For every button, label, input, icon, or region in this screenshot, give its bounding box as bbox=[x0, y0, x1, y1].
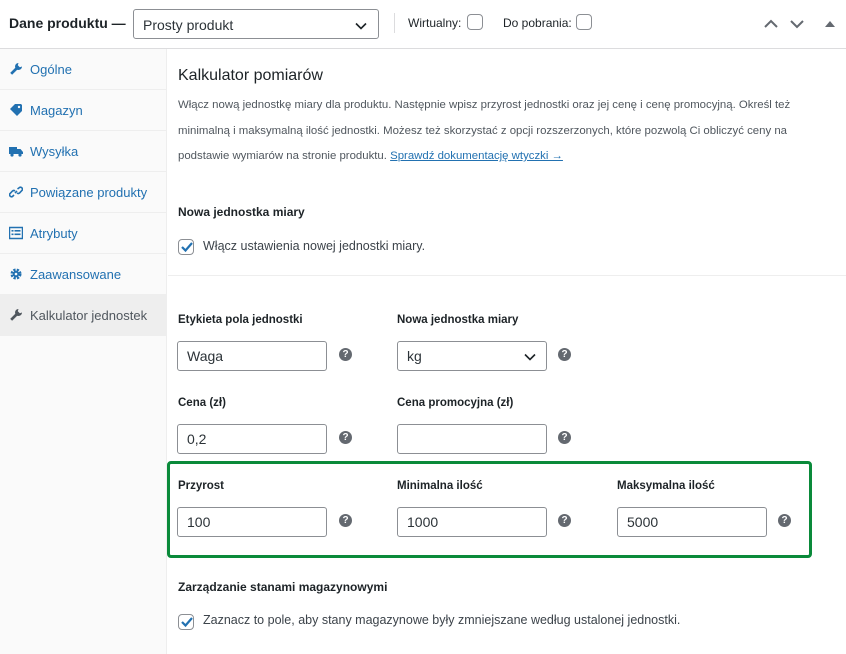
stock-section-title: Zarządzanie stanami magazynowymi bbox=[178, 580, 388, 594]
gear-icon bbox=[10, 268, 22, 280]
enable-new-unit-checkbox[interactable] bbox=[178, 239, 194, 255]
truck-icon bbox=[9, 147, 23, 157]
unit-label-field-title: Etykieta pola jednostki bbox=[178, 314, 303, 326]
sidebar-item-inventory[interactable]: Magazyn bbox=[0, 90, 167, 131]
increment-field-title: Przyrost bbox=[178, 480, 225, 492]
sidebar-item-shipping[interactable]: Wysyłka bbox=[0, 131, 167, 172]
wrench-icon bbox=[10, 309, 22, 321]
product-type-value: Prosty produkt bbox=[143, 17, 234, 33]
checkmark-icon bbox=[181, 617, 193, 628]
unit-calculator-panel: Kalkulator pomiarów Włącz nową jednostkę… bbox=[167, 49, 846, 654]
new-unit-select[interactable]: kg bbox=[397, 341, 547, 371]
new-unit-section-title: Nowa jednostka miary bbox=[178, 205, 305, 219]
sidebar-item-attributes[interactable]: Atrybuty bbox=[0, 213, 167, 254]
sidebar-item-label: Wysyłka bbox=[30, 144, 79, 159]
price-field-title: Cena (zł) bbox=[178, 397, 226, 409]
sidebar-item-linked-products[interactable]: Powiązane produkty bbox=[0, 172, 167, 213]
help-icon[interactable]: ? bbox=[778, 514, 791, 527]
wrench-icon bbox=[10, 63, 22, 75]
tag-icon bbox=[10, 104, 22, 116]
header-separator bbox=[394, 13, 395, 33]
product-tabs-sidebar: Ogólne Magazyn Wysyłka Powiązane produkt… bbox=[0, 49, 167, 654]
sidebar-item-label: Magazyn bbox=[30, 103, 83, 118]
help-icon[interactable]: ? bbox=[339, 431, 352, 444]
min-quantity-field-title: Minimalna ilość bbox=[397, 480, 483, 492]
min-quantity-input[interactable]: 1000 bbox=[397, 507, 547, 537]
product-data-header: Dane produktu — Prosty produkt Wirtualny… bbox=[0, 0, 846, 49]
virtual-checkbox[interactable] bbox=[467, 14, 483, 30]
downloadable-checkbox[interactable] bbox=[576, 14, 592, 30]
unit-label-input[interactable]: Waga bbox=[177, 341, 327, 371]
sidebar-item-unit-calculator[interactable]: Kalkulator jednostek bbox=[0, 295, 167, 336]
sidebar-item-label: Zaawansowane bbox=[30, 267, 122, 282]
sidebar-item-label: Ogólne bbox=[30, 62, 72, 77]
panel-heading: Kalkulator pomiarów bbox=[178, 67, 323, 84]
downloadable-label: Do pobrania: bbox=[503, 16, 572, 30]
sale-price-input[interactable] bbox=[397, 424, 547, 454]
stock-reduce-label: Zaznacz to pole, aby stany magazynowe by… bbox=[203, 613, 681, 627]
sidebar-item-advanced[interactable]: Zaawansowane bbox=[0, 254, 167, 295]
help-icon[interactable]: ? bbox=[339, 514, 352, 527]
increment-input[interactable]: 100 bbox=[177, 507, 327, 537]
section-divider bbox=[168, 275, 846, 276]
help-icon[interactable]: ? bbox=[339, 348, 352, 361]
max-quantity-input[interactable]: 5000 bbox=[617, 507, 767, 537]
virtual-label: Wirtualny: bbox=[408, 16, 462, 30]
sidebar-item-general[interactable]: Ogólne bbox=[0, 49, 167, 90]
documentation-link[interactable]: Sprawdź dokumentację wtyczki → bbox=[390, 150, 563, 162]
chevron-down-icon bbox=[524, 353, 536, 361]
collapse-triangle-icon[interactable] bbox=[821, 15, 839, 33]
sidebar-item-label: Kalkulator jednostek bbox=[30, 308, 148, 323]
chevron-up-icon[interactable] bbox=[762, 15, 780, 33]
new-unit-select-value: kg bbox=[407, 348, 422, 364]
sidebar-item-label: Powiązane produkty bbox=[30, 185, 148, 200]
enable-new-unit-label: Włącz ustawienia nowej jednostki miary. bbox=[203, 239, 426, 253]
help-icon[interactable]: ? bbox=[558, 348, 571, 361]
help-icon[interactable]: ? bbox=[558, 514, 571, 527]
max-quantity-field-title: Maksymalna ilość bbox=[617, 480, 715, 492]
new-unit-field-title: Nowa jednostka miary bbox=[397, 314, 519, 326]
list-icon bbox=[9, 226, 23, 240]
chevron-down-icon[interactable] bbox=[788, 15, 806, 33]
panel-description: Włącz nową jednostkę miary dla produktu.… bbox=[178, 93, 828, 170]
product-data-title: Dane produktu — bbox=[9, 15, 126, 31]
chevron-down-icon bbox=[355, 22, 367, 30]
price-input[interactable]: 0,2 bbox=[177, 424, 327, 454]
stock-reduce-checkbox[interactable] bbox=[178, 614, 194, 630]
link-icon bbox=[9, 186, 23, 198]
product-type-select[interactable]: Prosty produkt bbox=[133, 9, 379, 39]
help-icon[interactable]: ? bbox=[558, 431, 571, 444]
sidebar-item-label: Atrybuty bbox=[30, 226, 78, 241]
sale-price-field-title: Cena promocyjna (zł) bbox=[397, 397, 514, 409]
checkmark-icon bbox=[181, 242, 193, 253]
